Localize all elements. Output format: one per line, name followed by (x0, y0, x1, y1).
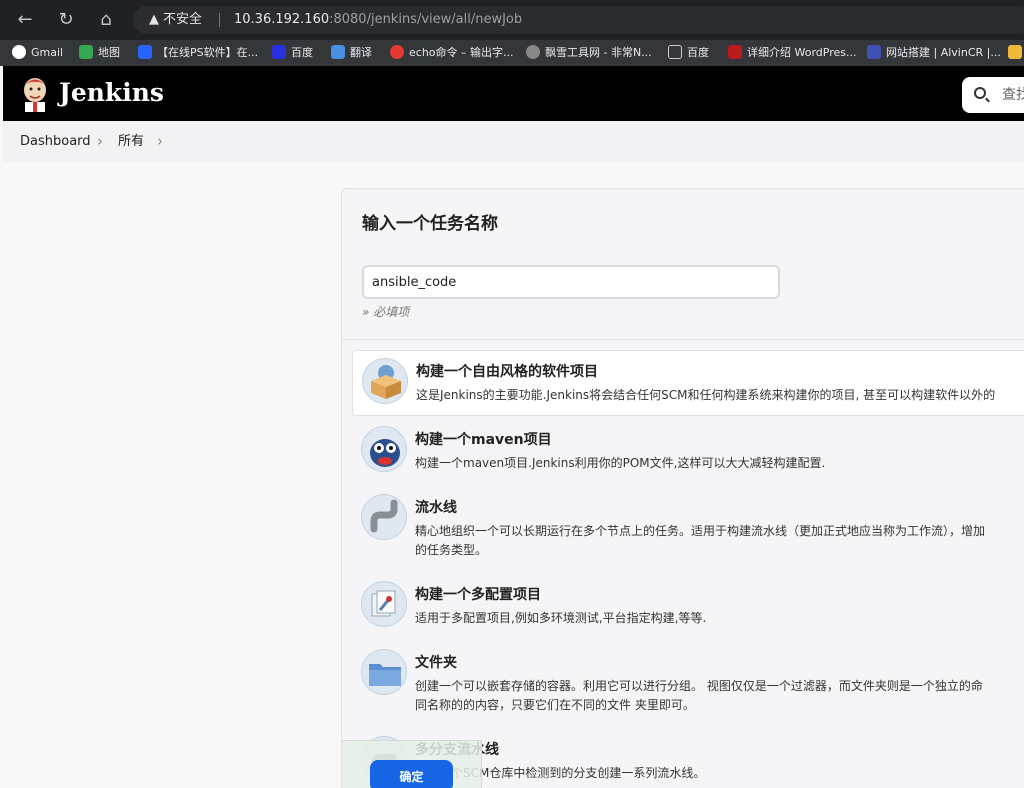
required-hint: » 必填项 (362, 305, 410, 319)
job-type-freestyle[interactable]: 构建一个自由风格的软件项目 这是Jenkins的主要功能.Jenkins将会结合… (352, 350, 1024, 416)
job-type-maven[interactable]: 构建一个maven项目 构建一个maven项目.Jenkins利用你的POM文件… (352, 419, 1024, 485)
bookmark-alvincr[interactable]: 网站搭建 | AlvinCR |... (867, 40, 1001, 66)
search-placeholder: 查找 (1002, 87, 1024, 103)
snow-icon (526, 45, 540, 59)
bookmark-piaoxue[interactable]: 飘雪工具网 - 非常N... (526, 40, 652, 66)
chevron-right-icon[interactable]: › (157, 121, 163, 162)
job-type-name: 流水线 (415, 500, 457, 516)
baidu-icon (272, 45, 286, 59)
bookmarks-bar: Gmail 地图 【在线PS软件】在... 百度 翻译 echo命令 – 输出字… (0, 40, 1024, 66)
bookmark-wordpress[interactable]: 详细介绍 WordPres... (728, 40, 856, 66)
bookmark-ps[interactable]: 【在线PS软件】在... (138, 40, 258, 66)
reload-icon[interactable]: ↻ (54, 8, 78, 32)
browser-toolbar: ← ↻ ⌂ ▲ 不安全 10.36.192.160:8080/jenkins/vi… (0, 0, 1024, 40)
bookmark-baidu-2[interactable]: 百度 (668, 40, 709, 66)
job-type-name: 构建一个maven项目 (415, 432, 552, 448)
breadcrumb-all[interactable]: 所有 (118, 121, 144, 162)
google-icon (12, 45, 26, 59)
divider (342, 339, 1024, 340)
redhat-icon (390, 45, 404, 59)
description-line: 创建一个可以嵌套存储的容器。利用它可以进行分组。 视图仅仅是一个过滤器，而文件夹… (415, 679, 983, 693)
job-type-name: 构建一个多配置项目 (415, 587, 541, 603)
freestyle-icon (362, 358, 408, 404)
multiconfig-icon (361, 581, 407, 627)
breadcrumb-dashboard[interactable]: Dashboard (20, 121, 91, 162)
url-text[interactable]: 10.36.192.160:8080/jenkins/view/all/newJ… (234, 6, 522, 34)
job-type-description: 精心地组织一个可以长期运行在多个节点上的任务。适用于构建流水线（更加正式地应当称… (415, 522, 985, 560)
bookmark-map[interactable]: 地图 (79, 40, 120, 66)
alvincr-icon (867, 45, 881, 59)
maven-icon (361, 426, 407, 472)
job-name-input[interactable] (362, 265, 780, 299)
back-icon[interactable]: ← (13, 8, 37, 32)
job-type-pipeline[interactable]: 流水线 精心地组织一个可以长期运行在多个节点上的任务。适用于构建流水线（更加正式… (352, 487, 1024, 571)
bookmark-translate[interactable]: 翻译 (331, 40, 372, 66)
pipeline-icon (361, 494, 407, 540)
wordpress-icon (728, 45, 742, 59)
job-type-description: 构建一个maven项目.Jenkins利用你的POM文件,这样可以大大减轻构建配… (415, 456, 826, 470)
warning-icon: ▲ (149, 12, 159, 27)
job-type-name: 文件夹 (415, 655, 457, 671)
folder-icon[interactable] (1008, 40, 1024, 66)
search-box[interactable]: 查找 (962, 77, 1024, 113)
chevron-right-icon[interactable]: › (97, 121, 103, 162)
document-icon (668, 45, 682, 59)
search-icon (974, 87, 986, 99)
ps-icon (138, 45, 152, 59)
job-type-description: 适用于多配置项目,例如多环境测试,平台指定构建,等等. (415, 611, 707, 625)
jenkins-logo-icon[interactable] (20, 76, 50, 112)
brand-title[interactable]: Jenkins (59, 78, 164, 107)
jenkins-header: Jenkins 查找 (3, 66, 1024, 121)
form-footer: 确定 (342, 740, 482, 788)
ok-button[interactable]: 确定 (370, 760, 453, 788)
bookmark-gmail[interactable]: Gmail (12, 40, 63, 66)
job-type-name: 构建一个自由风格的软件项目 (416, 364, 598, 380)
home-icon[interactable]: ⌂ (94, 8, 118, 32)
job-type-folder[interactable]: 文件夹 创建一个可以嵌套存储的容器。利用它可以进行分组。 视图仅仅是一个过滤器，… (352, 642, 1024, 726)
breadcrumb: Dashboard › 所有 › (3, 121, 1024, 162)
maps-icon (79, 45, 93, 59)
address-bar[interactable]: ▲ 不安全 10.36.192.160:8080/jenkins/view/all… (133, 6, 1024, 34)
bookmark-baidu[interactable]: 百度 (272, 40, 313, 66)
job-type-description: 创建一个可以嵌套存储的容器。利用它可以进行分组。 视图仅仅是一个过滤器，而文件夹… (415, 677, 983, 715)
description-line: 的任务类型。 (415, 543, 488, 557)
bookmark-echo[interactable]: echo命令 – 输出字... (390, 40, 514, 66)
divider (219, 13, 220, 27)
job-type-multiconfig[interactable]: 构建一个多配置项目 适用于多配置项目,例如多环境测试,平台指定构建,等等. (352, 574, 1024, 638)
description-line: 精心地组织一个可以长期运行在多个节点上的任务。适用于构建流水线（更加正式地应当称… (415, 524, 986, 538)
job-type-description: 这是Jenkins的主要功能.Jenkins将会结合任何SCM和任何构建系统来构… (416, 388, 996, 402)
translate-icon (331, 45, 345, 59)
new-job-card: 输入一个任务名称 » 必填项 构建一个自由风格的软件项目 这是Jenkins的主… (341, 188, 1024, 788)
folder-icon (361, 649, 407, 695)
security-indicator[interactable]: ▲ 不安全 (149, 6, 202, 34)
page-title: 输入一个任务名称 (362, 214, 498, 234)
description-line: 同名称的的内容，只要它们在不同的文件 夹里即可。 (415, 698, 695, 712)
